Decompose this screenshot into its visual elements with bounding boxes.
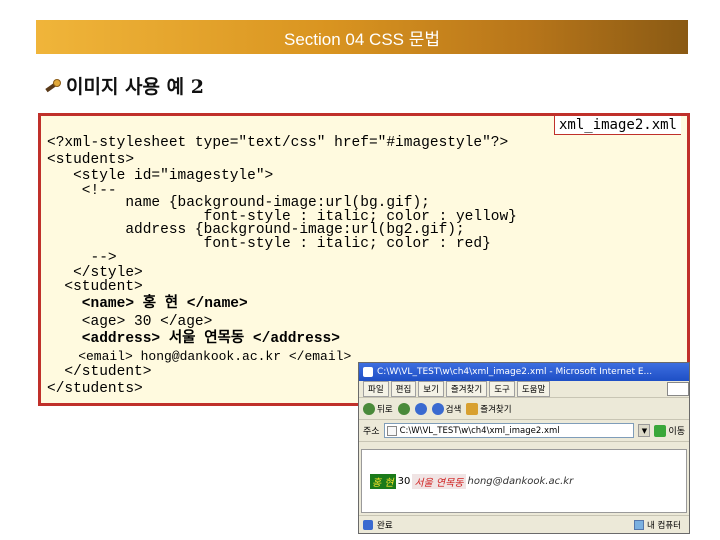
back-arrow-icon	[363, 402, 375, 415]
address-input[interactable]: C:\W\VL_TEST\w\ch4\xml_image2.xml	[383, 423, 635, 438]
search-button-label: 검색	[445, 404, 462, 415]
menu-item-favorites[interactable]: 즐겨찾기	[445, 381, 488, 397]
back-button-label: 뒤로	[377, 404, 393, 415]
address-value: C:\W\VL_TEST\w\ch4\xml_image2.xml	[399, 425, 560, 436]
page-icon	[386, 425, 397, 436]
code-line: <student>	[47, 279, 143, 295]
address-label: 주소	[363, 427, 380, 437]
section-title-bar: Section 04 CSS 문법	[36, 20, 688, 54]
code-line: <age> 30 </age>	[47, 314, 213, 330]
menu-item-help[interactable]: 도움말	[516, 381, 551, 397]
browser-menu-bar: 파일 편집 보기 즐겨찾기 도구 도움말	[359, 381, 689, 398]
code-line: <?xml-stylesheet type="text/css" href="#…	[47, 135, 509, 151]
rendered-student: 홍 현 30 서울 연목동 hong@dankook.ac.kr	[370, 474, 575, 489]
rendered-age: 30	[397, 476, 411, 487]
pushpin-bullet-icon	[44, 77, 62, 95]
address-bar: 주소 C:\W\VL_TEST\w\ch4\xml_image2.xml ▼ 이…	[359, 420, 689, 442]
address-dropdown-button[interactable]: ▼	[638, 424, 651, 437]
stop-button[interactable]	[414, 402, 427, 415]
code-line: <address> 서울 연목동 </address>	[47, 331, 340, 347]
favorites-star-icon	[466, 402, 479, 415]
security-zone: 내 컴퓨터	[634, 519, 681, 531]
menu-item-file[interactable]: 파일	[363, 381, 389, 397]
computer-icon	[634, 519, 645, 530]
browser-title-bar: C:\W\VL_TEST\w\ch4\xml_image2.xml - Micr…	[359, 363, 689, 381]
rendered-name: 홍 현	[370, 474, 396, 489]
forward-button[interactable]	[397, 402, 410, 415]
search-icon	[431, 402, 444, 415]
browser-screenshot: C:\W\VL_TEST\w\ch4\xml_image2.xml - Micr…	[358, 362, 690, 534]
menu-item-view[interactable]: 보기	[418, 381, 444, 397]
stop-icon	[414, 402, 427, 415]
menu-item-tools[interactable]: 도구	[489, 381, 515, 397]
zone-label: 내 컴퓨터	[647, 520, 681, 531]
search-button[interactable]: 검색	[431, 402, 462, 415]
slide-heading-text: 이미지 사용 예 2	[66, 76, 204, 98]
code-line: <name> 홍 현 </name>	[47, 296, 248, 312]
code-line: </student>	[47, 364, 152, 380]
browser-toolbar: 뒤로 검색 즐겨찾기	[359, 398, 689, 420]
code-line: <email> hong@dankook.ac.kr </email>	[47, 349, 352, 364]
rendered-address: 서울 연목동	[412, 474, 466, 489]
go-button[interactable]: 이동	[654, 424, 689, 437]
code-line: -->	[47, 250, 117, 266]
code-line: <style id="imagestyle">	[47, 168, 274, 184]
section-title: Section 04 CSS 문법	[283, 29, 441, 49]
browser-content-area: 홍 현 30 서울 연목동 hong@dankook.ac.kr	[361, 449, 687, 513]
slide-heading: 이미지 사용 예 2	[44, 72, 204, 99]
code-line: <students>	[47, 152, 135, 168]
status-text: 완료	[377, 520, 393, 531]
ie-app-icon	[363, 367, 373, 377]
browser-status-bar: 완료 내 컴퓨터	[359, 515, 689, 533]
back-button[interactable]: 뒤로	[363, 402, 393, 415]
favorites-button-label: 즐겨찾기	[480, 404, 512, 415]
code-filename-label: xml_image2.xml	[553, 116, 681, 135]
rendered-email: hong@dankook.ac.kr	[467, 476, 574, 487]
go-button-label: 이동	[668, 427, 685, 437]
forward-arrow-icon	[397, 402, 410, 415]
done-page-icon	[363, 519, 373, 530]
go-arrow-icon	[654, 424, 667, 437]
favorites-button[interactable]: 즐겨찾기	[466, 402, 512, 415]
code-line: </students>	[47, 381, 143, 397]
windows-logo-icon	[667, 382, 689, 396]
browser-title: C:\W\VL_TEST\w\ch4\xml_image2.xml - Micr…	[377, 367, 653, 377]
menu-item-edit[interactable]: 편집	[390, 381, 417, 397]
